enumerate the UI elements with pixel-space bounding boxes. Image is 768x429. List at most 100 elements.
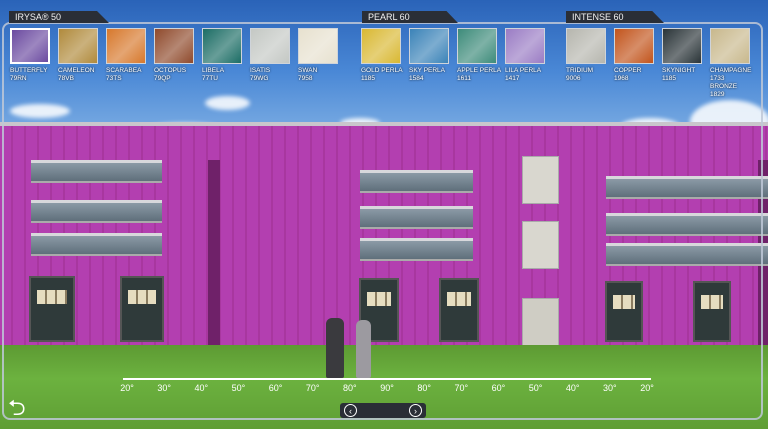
window-strip	[31, 200, 162, 223]
color-name: CAMELEON	[58, 67, 95, 74]
entrance-door	[29, 276, 75, 342]
angle-navigation: ‹ ›	[340, 403, 426, 418]
color-code: 9006	[566, 75, 581, 82]
color-name: TRIDIUM	[566, 67, 594, 74]
group-tab-intense[interactable]: INTENSE 60	[566, 11, 664, 23]
color-swatch-label: ISATIS 79WG	[250, 67, 298, 83]
color-code: 1733	[710, 75, 725, 82]
color-code: 1185	[662, 75, 676, 82]
facade-recess	[208, 160, 220, 346]
color-swatch[interactable]	[662, 28, 702, 64]
back-arrow-icon[interactable]: ⮌	[8, 396, 36, 420]
color-code: 78VB	[58, 75, 74, 82]
color-swatch-label: TRIDIUM 9006	[566, 67, 614, 83]
window-strip	[606, 213, 768, 236]
angle-tick-label[interactable]: 70°	[298, 383, 328, 393]
color-swatch[interactable]	[202, 28, 242, 64]
prev-arrow-button[interactable]: ‹	[344, 404, 357, 417]
angle-tick-label[interactable]: 80°	[335, 383, 365, 393]
color-swatch[interactable]	[106, 28, 146, 64]
color-swatch-label: LILA PERLA 1417	[505, 67, 553, 83]
angle-tick-label[interactable]: 20°	[632, 383, 662, 393]
color-swatch-label: OCTOPUS 79QP	[154, 67, 202, 83]
color-code: 79RN	[10, 75, 27, 82]
color-name: BRONZE	[710, 83, 738, 90]
color-code: 1417	[505, 75, 520, 82]
window-strip	[31, 160, 162, 183]
angle-tick-label[interactable]: 90°	[372, 383, 402, 393]
color-swatch-label: GOLD PERLA 1185	[361, 67, 409, 83]
angle-tick-label[interactable]: 40°	[558, 383, 588, 393]
color-name: SCARABEA	[106, 67, 142, 74]
color-name: SWAN	[298, 67, 318, 74]
color-swatch[interactable]	[154, 28, 194, 64]
color-swatch[interactable]	[409, 28, 449, 64]
angle-tick-label[interactable]: 40°	[186, 383, 216, 393]
group-tab-pearl[interactable]: PEARL 60	[362, 11, 458, 23]
color-code: 1185	[361, 75, 375, 82]
angle-ruler-line	[123, 378, 651, 380]
angle-tick-label[interactable]: 30°	[149, 383, 179, 393]
entrance-door	[439, 278, 479, 342]
color-swatch[interactable]	[10, 28, 50, 64]
color-name: BUTTERFLY	[10, 67, 48, 74]
angle-tick-label[interactable]: 20°	[112, 383, 142, 393]
color-code: 77TU	[202, 75, 218, 82]
color-swatch[interactable]	[250, 28, 290, 64]
color-swatch[interactable]	[58, 28, 98, 64]
color-swatch-label: SKYNIGHT 1185	[662, 67, 710, 83]
color-code: 79WG	[250, 75, 269, 82]
color-code: 1611	[457, 75, 471, 82]
window-strip	[31, 233, 162, 256]
color-name: OCTOPUS	[154, 67, 187, 74]
color-swatch-label: COPPER 1968	[614, 67, 662, 83]
angle-tick-label[interactable]: 80°	[409, 383, 439, 393]
color-swatch[interactable]	[298, 28, 338, 64]
color-swatch[interactable]	[566, 28, 606, 64]
color-swatch[interactable]	[614, 28, 654, 64]
color-code: 1584	[409, 75, 424, 82]
group-tab-irysa[interactable]: IRYSA® 50	[9, 11, 109, 23]
entrance-door	[120, 276, 164, 342]
color-swatch-label: CHAMPAGNE 1733 BRONZE 1829	[710, 67, 758, 99]
angle-tick-label[interactable]: 50°	[521, 383, 551, 393]
color-name: SKY PERLA	[409, 67, 446, 74]
color-name: GOLD PERLA	[361, 67, 403, 74]
color-swatch-label: BUTTERFLY 79RN	[10, 67, 58, 83]
color-code: 1829	[710, 91, 725, 98]
color-swatch[interactable]	[505, 28, 545, 64]
person-figure	[356, 320, 371, 378]
window-strip	[606, 176, 768, 199]
color-code: 73TS	[106, 75, 122, 82]
angle-tick-label[interactable]: 60°	[261, 383, 291, 393]
cloud	[205, 96, 250, 110]
color-code: 7958	[298, 75, 313, 82]
facade-panel	[522, 156, 559, 204]
color-swatch[interactable]	[457, 28, 497, 64]
color-code: 1968	[614, 75, 629, 82]
color-swatch-label: APPLE PERLA 1611	[457, 67, 505, 83]
person-figure	[326, 318, 344, 378]
color-name: CHAMPAGNE	[710, 67, 752, 74]
color-code: 79QP	[154, 75, 171, 82]
angle-tick-label[interactable]: 50°	[223, 383, 253, 393]
color-name: COPPER	[614, 67, 642, 74]
cloud	[10, 104, 70, 118]
color-name: SKYNIGHT	[662, 67, 696, 74]
next-arrow-button[interactable]: ›	[409, 404, 422, 417]
color-swatch[interactable]	[361, 28, 401, 64]
window-strip	[360, 206, 473, 229]
entrance-door	[693, 281, 731, 342]
color-swatch-label: SCARABEA 73TS	[106, 67, 154, 83]
color-swatch-label: CAMELEON 78VB	[58, 67, 106, 83]
color-swatch-label: SWAN 7958	[298, 67, 346, 83]
color-name: APPLE PERLA	[457, 67, 502, 74]
color-swatch-label: SKY PERLA 1584	[409, 67, 457, 83]
building-scene	[0, 0, 768, 429]
facade-panel	[522, 221, 559, 269]
angle-tick-label[interactable]: 60°	[483, 383, 513, 393]
entrance-door	[605, 281, 643, 342]
angle-tick-label[interactable]: 30°	[595, 383, 625, 393]
angle-tick-label[interactable]: 70°	[446, 383, 476, 393]
color-swatch[interactable]	[710, 28, 750, 64]
